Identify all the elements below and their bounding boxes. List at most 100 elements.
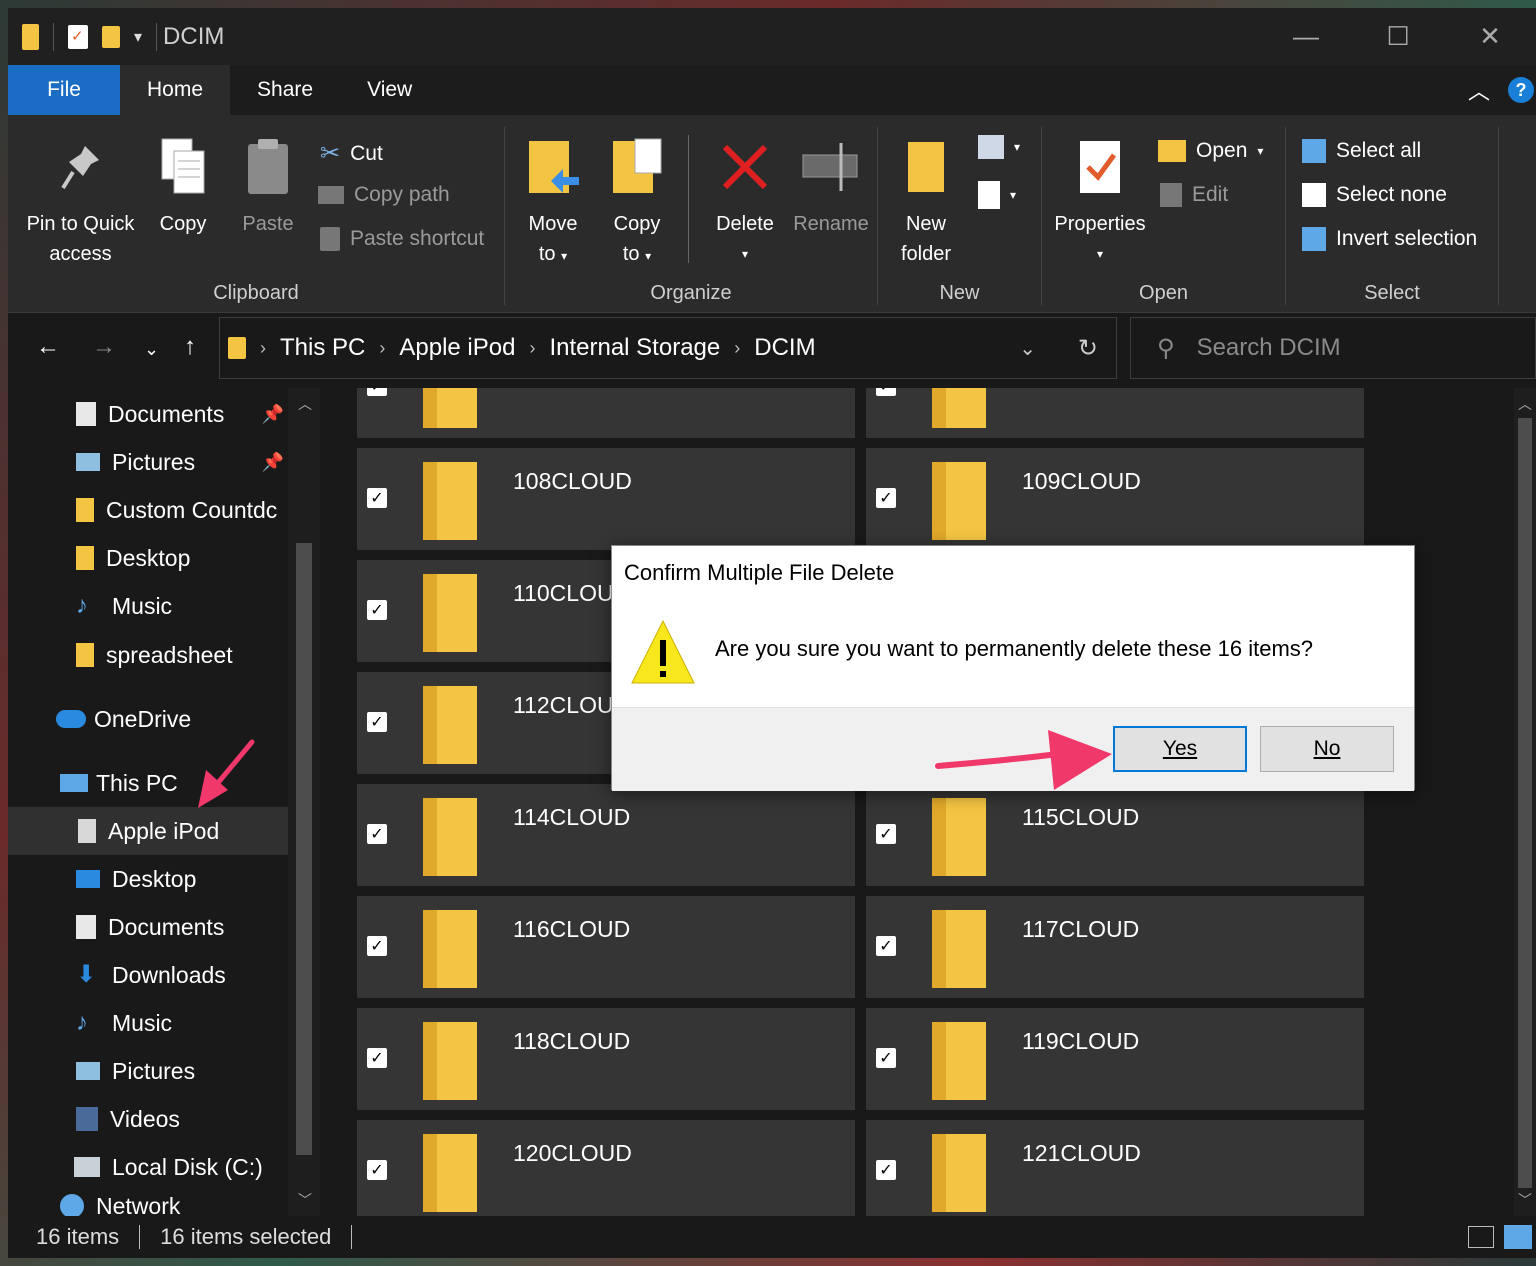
folder-tile[interactable]: ✓ 109CLOUD <box>866 448 1364 550</box>
sidebar-item-documents-quick[interactable]: Documents 📌 <box>8 390 288 438</box>
scroll-down-chevron-icon[interactable]: ﹀ <box>298 1190 312 1210</box>
easy-access-button[interactable]: ▾ <box>978 181 1016 209</box>
checkbox[interactable]: ✓ <box>367 936 387 956</box>
new-folder-quick-icon[interactable] <box>102 25 120 48</box>
folder-tile[interactable]: ✓ 117CLOUD <box>866 896 1364 998</box>
checkbox[interactable]: ✓ <box>367 824 387 844</box>
yes-button[interactable]: Yes <box>1113 726 1247 772</box>
folder-tile[interactable]: ✓ 108CLOUD <box>357 448 855 550</box>
checkbox[interactable]: ✓ <box>876 388 896 396</box>
folder-tile-partial[interactable]: ✓ <box>357 388 855 438</box>
pinned-icon[interactable]: 📌 <box>262 404 284 425</box>
tab-home[interactable]: Home <box>120 65 231 115</box>
rename-button[interactable]: Rename <box>791 137 871 239</box>
sidebar-item-downloads[interactable]: ⬇ Downloads <box>8 951 288 999</box>
folder-tile[interactable]: ✓ 119CLOUD <box>866 1008 1364 1110</box>
checkbox[interactable]: ✓ <box>367 388 387 396</box>
properties-button[interactable]: Properties ▾ <box>1050 137 1150 269</box>
sidebar-item-custom-countdown[interactable]: Custom Countdc <box>8 486 288 534</box>
sidebar-item-network[interactable]: Network <box>8 1191 288 1216</box>
chevron-right-icon[interactable]: › <box>379 338 385 359</box>
open-button[interactable]: Open ▾ <box>1158 139 1263 163</box>
recent-locations-chevron-icon[interactable]: ⌄ <box>144 339 159 360</box>
minimize-button[interactable]: — <box>1260 8 1352 65</box>
collapse-ribbon-chevron-icon[interactable]: ︿ <box>1468 74 1490 106</box>
back-arrow-icon[interactable]: ← <box>36 333 60 361</box>
address-dropdown-chevron-icon[interactable]: ⌄ <box>1019 336 1036 361</box>
copy-path-button[interactable]: Copy path <box>318 183 450 207</box>
address-bar[interactable]: › This PC › Apple iPod › Internal Storag… <box>219 317 1117 379</box>
invert-selection-button[interactable]: Invert selection <box>1302 227 1477 251</box>
breadcrumb-internal-storage[interactable]: Internal Storage <box>549 334 720 362</box>
content-scrollbar[interactable]: ︿ ﹀ <box>1514 388 1536 1216</box>
delete-button[interactable]: Delete ▾ <box>703 137 787 269</box>
sidebar-item-desktop-quick[interactable]: Desktop <box>8 534 288 582</box>
sidebar-scroll-thumb[interactable] <box>296 543 312 1155</box>
breadcrumb-dcim[interactable]: DCIM <box>754 334 815 362</box>
folder-tile[interactable]: ✓ 121CLOUD <box>866 1120 1364 1216</box>
sidebar-item-this-pc[interactable]: This PC <box>8 759 288 807</box>
up-arrow-icon[interactable]: ↑ <box>184 333 196 361</box>
scroll-up-chevron-icon[interactable]: ︿ <box>1518 394 1532 414</box>
chevron-right-icon[interactable]: › <box>529 338 535 359</box>
scroll-up-chevron-icon[interactable]: ︿ <box>298 394 312 414</box>
checkbox[interactable]: ✓ <box>367 600 387 620</box>
folder-tile[interactable]: ✓ 118CLOUD <box>357 1008 855 1110</box>
sidebar-scrollbar[interactable]: ︿ ﹀ <box>288 388 320 1216</box>
copy-button[interactable]: Copy <box>153 137 213 239</box>
sidebar-item-spreadsheet[interactable]: spreadsheet <box>8 631 288 679</box>
sidebar-item-pictures[interactable]: Pictures <box>8 1047 288 1095</box>
sidebar-item-desktop[interactable]: Desktop <box>8 855 288 903</box>
folder-icon[interactable] <box>22 23 39 50</box>
content-scroll-thumb[interactable] <box>1518 418 1532 1188</box>
checkbox[interactable]: ✓ <box>876 488 896 508</box>
chevron-right-icon[interactable]: › <box>734 338 740 359</box>
sidebar-item-pictures-quick[interactable]: Pictures 📌 <box>8 438 288 486</box>
details-view-icon[interactable] <box>1468 1226 1494 1248</box>
paste-shortcut-button[interactable]: Paste shortcut <box>320 227 484 251</box>
cut-button[interactable]: ✂ Cut <box>320 139 383 168</box>
search-input[interactable]: Search DCIM <box>1197 334 1341 362</box>
move-to-button[interactable]: Move to ▾ <box>523 137 583 271</box>
checkbox[interactable]: ✓ <box>367 1048 387 1068</box>
search-box[interactable]: ⚲ Search DCIM <box>1130 317 1536 379</box>
checkbox[interactable]: ✓ <box>876 1160 896 1180</box>
checkbox[interactable]: ✓ <box>367 488 387 508</box>
paste-button[interactable]: Paste <box>236 137 300 239</box>
refresh-icon[interactable]: ↻ <box>1078 334 1098 363</box>
sidebar-item-onedrive[interactable]: OneDrive <box>8 695 288 743</box>
large-icons-view-icon[interactable] <box>1504 1225 1532 1249</box>
scroll-down-chevron-icon[interactable]: ﹀ <box>1518 1190 1532 1210</box>
edit-button[interactable]: Edit <box>1160 183 1228 207</box>
tab-view[interactable]: View <box>340 65 439 115</box>
forward-arrow-icon[interactable]: → <box>92 333 116 361</box>
checkbox[interactable]: ✓ <box>876 824 896 844</box>
sidebar-item-documents[interactable]: Documents <box>8 903 288 951</box>
sidebar-item-apple-ipod[interactable]: Apple iPod <box>8 807 288 855</box>
maximize-button[interactable]: ☐ <box>1352 8 1444 65</box>
folder-tile[interactable]: ✓ 115CLOUD <box>866 784 1364 886</box>
customize-toolbar-chevron-icon[interactable]: ▾ <box>134 27 142 47</box>
folder-tile-partial[interactable]: ✓ <box>866 388 1364 438</box>
help-icon[interactable]: ? <box>1508 77 1534 103</box>
folder-tile[interactable]: ✓ 116CLOUD <box>357 896 855 998</box>
sidebar-item-videos[interactable]: Videos <box>8 1095 288 1143</box>
folder-tile[interactable]: ✓ 114CLOUD <box>357 784 855 886</box>
properties-quick-icon[interactable] <box>68 24 88 49</box>
checkbox[interactable]: ✓ <box>367 1160 387 1180</box>
no-button[interactable]: No <box>1260 726 1394 772</box>
select-all-button[interactable]: Select all <box>1302 139 1421 163</box>
checkbox[interactable]: ✓ <box>876 1048 896 1068</box>
sidebar-item-music-quick[interactable]: ♪ Music <box>8 582 288 630</box>
sidebar-item-music[interactable]: ♪ Music <box>8 999 288 1047</box>
checkbox[interactable]: ✓ <box>876 936 896 956</box>
sidebar-item-local-disk[interactable]: Local Disk (C:) <box>8 1143 288 1191</box>
close-button[interactable]: ✕ <box>1444 8 1536 65</box>
pin-to-quick-access-button[interactable]: Pin to Quick access <box>18 137 143 269</box>
chevron-right-icon[interactable]: › <box>260 338 266 359</box>
select-none-button[interactable]: Select none <box>1302 183 1447 207</box>
breadcrumb-this-pc[interactable]: This PC <box>280 334 365 362</box>
new-item-button[interactable]: ▾ <box>978 135 1020 159</box>
tab-file[interactable]: File <box>8 65 120 115</box>
tab-share[interactable]: Share <box>230 65 340 115</box>
